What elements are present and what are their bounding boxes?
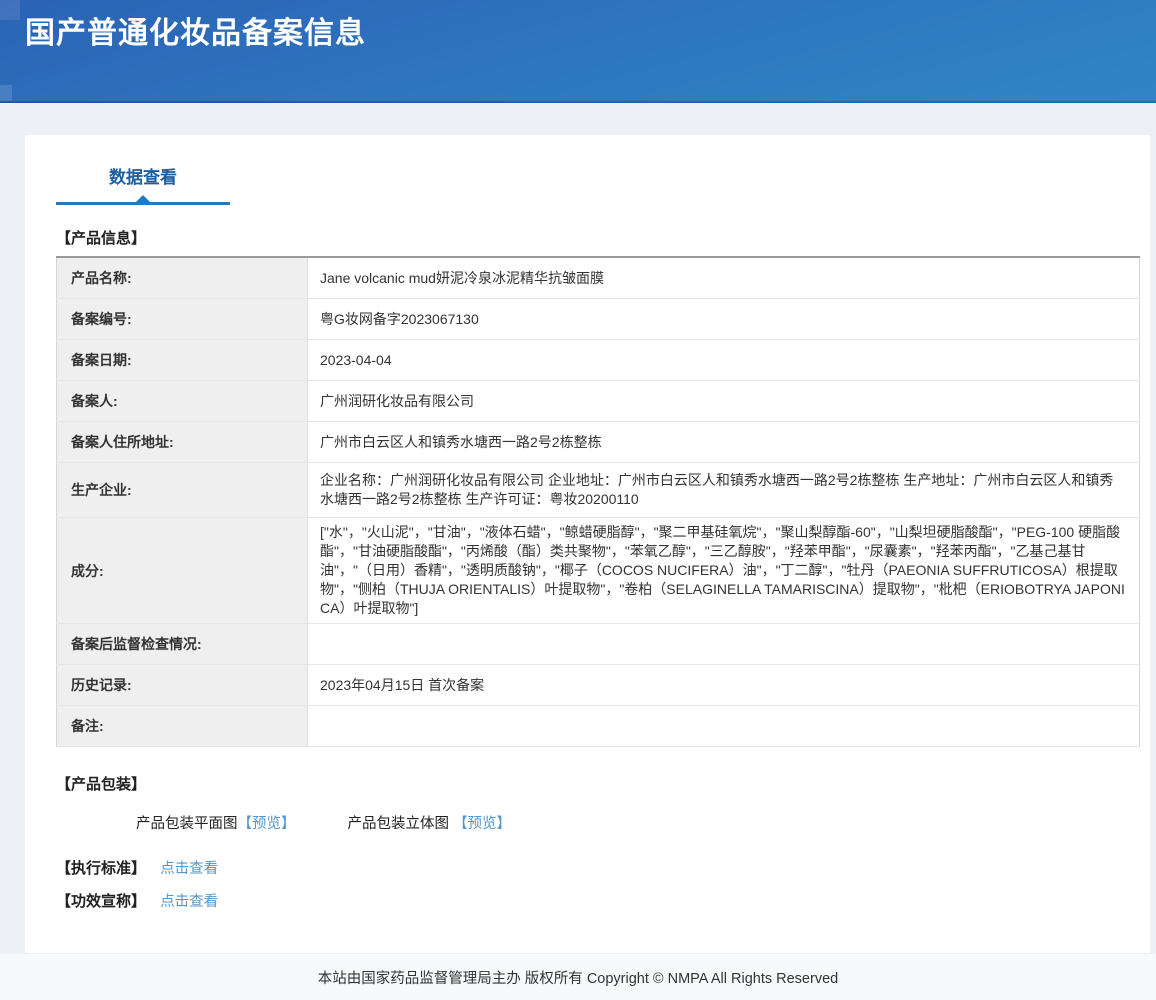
- row-value: 粤G妆网备字2023067130: [308, 299, 1140, 340]
- row-value: [308, 624, 1140, 665]
- table-row-product-name: 产品名称: Jane volcanic mud妍泥冷泉冰泥精华抗皱面膜: [57, 257, 1140, 299]
- exec-standard-row: 【执行标准】 点击查看: [56, 857, 1140, 878]
- page-footer: 本站由国家药品监督管理局主办 版权所有 Copyright © NMPA All…: [0, 953, 1156, 1000]
- row-value: 2023-04-04: [308, 340, 1140, 381]
- row-value: 企业名称：广州润研化妆品有限公司 企业地址：广州市白云区人和镇秀水塘西一路2号2…: [308, 463, 1140, 518]
- product-info-section-title: 【产品信息】: [56, 227, 1140, 248]
- row-value: Jane volcanic mud妍泥冷泉冰泥精华抗皱面膜: [308, 257, 1140, 299]
- exec-standard-title: 【执行标准】: [56, 860, 146, 877]
- row-value: 广州市白云区人和镇秀水塘西一路2号2栋整栋: [308, 422, 1140, 463]
- row-value: [308, 706, 1140, 747]
- page-header: 国产普通化妆品备案信息: [0, 0, 1156, 103]
- table-row-ingredients: 成分: ["水"，"火山泥"，"甘油"，"液体石蜡"，"鲸蜡硬脂醇"，"聚二甲基…: [57, 518, 1140, 624]
- efficacy-claim-title: 【功效宣称】: [56, 893, 146, 910]
- table-row-registrant-address: 备案人住所地址: 广州市白云区人和镇秀水塘西一路2号2栋整栋: [57, 422, 1140, 463]
- tab-bar: 数据查看: [56, 163, 1140, 205]
- row-value: ["水"，"火山泥"，"甘油"，"液体石蜡"，"鲸蜡硬脂醇"，"聚二甲基硅氧烷"…: [308, 518, 1140, 624]
- row-label: 产品名称:: [57, 257, 308, 299]
- table-row-manufacturer: 生产企业: 企业名称：广州润研化妆品有限公司 企业地址：广州市白云区人和镇秀水塘…: [57, 463, 1140, 518]
- packaging-3d-image-label: 产品包装立体图: [348, 816, 450, 832]
- tab-data-view[interactable]: 数据查看: [56, 163, 230, 205]
- row-value: 广州润研化妆品有限公司: [308, 381, 1140, 422]
- packaging-flat-image-item: 产品包装平面图【预览】: [136, 816, 300, 832]
- row-label: 备注:: [57, 706, 308, 747]
- packaging-flat-image-label: 产品包装平面图: [136, 816, 238, 832]
- header-decoration-square-bottom: [0, 85, 12, 101]
- efficacy-claim-row: 【功效宣称】 点击查看: [56, 890, 1140, 911]
- row-label: 备案后监督检查情况:: [57, 624, 308, 665]
- row-label: 备案人住所地址:: [57, 422, 308, 463]
- efficacy-claim-view-link[interactable]: 点击查看: [160, 894, 218, 910]
- content-card: 数据查看 【产品信息】 产品名称: Jane volcanic mud妍泥冷泉冰…: [25, 135, 1150, 953]
- table-row-history: 历史记录: 2023年04月15日 首次备案: [57, 665, 1140, 706]
- table-row-registration-date: 备案日期: 2023-04-04: [57, 340, 1140, 381]
- packaging-preview-row: 产品包装平面图【预览】 产品包装立体图 【预览】: [136, 812, 1140, 833]
- packaging-flat-preview-link[interactable]: 【预览】: [238, 816, 296, 832]
- row-label: 成分:: [57, 518, 308, 624]
- table-row-registration-number: 备案编号: 粤G妆网备字2023067130: [57, 299, 1140, 340]
- row-value: 2023年04月15日 首次备案: [308, 665, 1140, 706]
- row-label: 备案编号:: [57, 299, 308, 340]
- table-row-remarks: 备注:: [57, 706, 1140, 747]
- row-label: 生产企业:: [57, 463, 308, 518]
- header-decoration-square-top: [0, 0, 20, 20]
- row-label: 历史记录:: [57, 665, 308, 706]
- tab-active-indicator-icon: [136, 195, 150, 202]
- table-row-supervision-check: 备案后监督检查情况:: [57, 624, 1140, 665]
- table-row-registrant: 备案人: 广州润研化妆品有限公司: [57, 381, 1140, 422]
- row-label: 备案人:: [57, 381, 308, 422]
- tab-data-view-label: 数据查看: [109, 168, 177, 187]
- page-title: 国产普通化妆品备案信息: [25, 14, 1156, 54]
- packaging-section-title: 【产品包装】: [56, 773, 1140, 794]
- packaging-3d-image-item: 产品包装立体图 【预览】: [348, 816, 512, 832]
- packaging-3d-preview-link[interactable]: 【预览】: [453, 816, 511, 832]
- exec-standard-view-link[interactable]: 点击查看: [160, 861, 218, 877]
- product-info-table: 产品名称: Jane volcanic mud妍泥冷泉冰泥精华抗皱面膜 备案编号…: [56, 256, 1140, 747]
- footer-copyright-text: 本站由国家药品监督管理局主办 版权所有 Copyright © NMPA All…: [318, 967, 838, 988]
- row-label: 备案日期:: [57, 340, 308, 381]
